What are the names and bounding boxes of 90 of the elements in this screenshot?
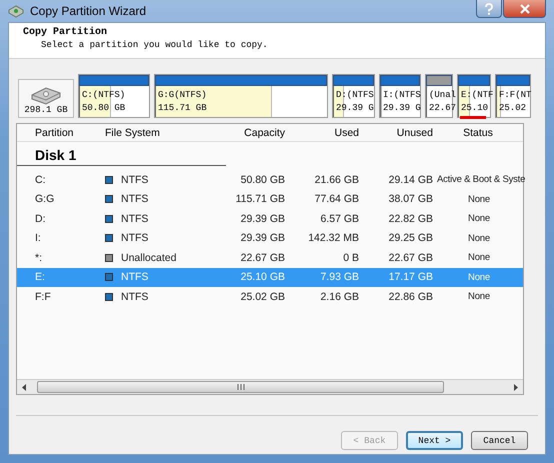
table-cell-text: None [467, 272, 491, 283]
table-cell-text: 77.64 GB [314, 193, 359, 206]
table-cell-text: C: [34, 174, 46, 186]
table-cell: NTFS [121, 271, 148, 284]
table-cell-text: 22.67 GB [388, 252, 433, 264]
table-cell-text: None [467, 291, 491, 302]
scroll-right-icon[interactable] [513, 384, 519, 390]
table-cell: NTFS [121, 232, 148, 244]
partition-block[interactable]: E:(NTF 25.10 [457, 74, 491, 118]
table-row[interactable]: G:G NTFS 115.71 GB 77.64 GB 38.07 GB None [17, 190, 523, 209]
table-cell-text: 22.82 GB [388, 212, 433, 225]
table-cell-text: None [467, 194, 491, 205]
column-header[interactable]: Unused [359, 126, 433, 138]
help-button[interactable] [476, 0, 502, 18]
column-header[interactable]: File System [97, 126, 189, 138]
table-cell-text: 29.39 GB [240, 232, 285, 244]
table-row[interactable]: *: Unallocated 22.67 GB 0 B 22.67 GB None [17, 248, 523, 268]
table-cell: NTFS [121, 290, 148, 303]
close-icon [520, 4, 530, 14]
partition-block[interactable]: D:(NTFS 29.39 G [332, 74, 375, 118]
window-title: Copy Partition Wizard [30, 4, 146, 18]
partition-block[interactable]: (Unal 22.67 [425, 74, 453, 118]
table-cell-text: I: [34, 232, 42, 244]
partition-size: 29.39 G [336, 102, 374, 114]
table-cell-text: 25.02 GB [240, 290, 285, 303]
partition-size: 115.71 GB [158, 102, 208, 114]
partition-label: C:(NTFS) [82, 88, 126, 102]
partition-block[interactable]: F:F(NT 25.02 [495, 74, 531, 118]
table-cell-text: 29.39 GB [240, 212, 285, 225]
table-cell: NTFS [121, 193, 148, 206]
table-cell-text: 2.16 GB [319, 290, 359, 303]
table-cell-text: None [467, 252, 491, 264]
table-cell-text: Active & Boot & Syste [436, 174, 523, 186]
scroll-thumb[interactable] [37, 381, 444, 393]
partition-block[interactable]: I:(NTFS 29.39 G [379, 74, 421, 118]
disk-size: 298.1 GB [24, 105, 68, 115]
table-cell-text: F:F [34, 290, 52, 303]
table-row[interactable]: I: NTFS 29.39 GB 142.32 MB 29.25 GB None [17, 228, 523, 248]
table-row[interactable]: D: NTFS 29.39 GB 6.57 GB 22.82 GB None [17, 209, 523, 228]
scroll-left-icon[interactable] [21, 384, 27, 390]
table-cell-text: 22.67 GB [240, 252, 285, 264]
table-cell-text: 0 B [342, 252, 359, 264]
help-icon [484, 2, 494, 14]
table-cell-text: 29.14 GB [388, 174, 433, 186]
column-header[interactable]: Status [433, 126, 523, 138]
hard-drive-icon [30, 85, 62, 105]
page-subtitle: Select a partition you would like to copy. [40, 40, 269, 50]
partition-label: F:F(NT [499, 88, 530, 102]
partition-size: 50.80 GB [82, 102, 126, 114]
table-cell-text: E: [34, 271, 46, 284]
partition-size: 29.39 G [383, 102, 420, 114]
column-header[interactable]: Partition [17, 126, 97, 138]
column-header[interactable]: Used [285, 126, 359, 138]
table-row[interactable]: F:F NTFS 25.02 GB 2.16 GB 22.86 GB None [17, 287, 523, 306]
partition-label: G:G(NTFS) [158, 88, 208, 102]
table-cell-text: 17.17 GB [388, 271, 433, 284]
horizontal-scrollbar[interactable] [17, 379, 523, 394]
table-cell-text: 22.86 GB [388, 290, 433, 303]
wizard-button[interactable]: Next > [406, 431, 463, 450]
table-cell-text: 50.80 GB [240, 174, 285, 186]
disk-block[interactable]: 298.1 GB [18, 79, 74, 118]
table-cell-text: 115.71 GB [234, 193, 285, 206]
table-cell-text: 25.10 GB [240, 271, 285, 284]
table-cell-text: 6.57 GB [319, 212, 359, 225]
partition-block[interactable]: G:G(NTFS) 115.71 GB [154, 74, 328, 118]
table-cell-text: 29.25 GB [388, 232, 433, 244]
table-cell-text: 7.93 GB [319, 271, 359, 284]
table-cell-text: 142.32 MB [307, 232, 359, 244]
table-row[interactable]: C: NTFS 50.80 GB 21.66 GB 29.14 GB Active & Boot & Syste [17, 170, 523, 190]
table-cell-text: None [467, 213, 491, 224]
table-cell: Unallocated [121, 252, 176, 264]
partition-label: D:(NTFS [336, 88, 374, 102]
table-cell-text: None [467, 232, 491, 244]
table-cell-text: 38.07 GB [388, 193, 433, 206]
table-cell-text: 21.66 GB [314, 174, 359, 186]
close-button[interactable] [503, 0, 546, 18]
disk-heading: Disk 1 [17, 147, 226, 166]
table-cell-text: G:G [34, 193, 56, 206]
table-cell-text: *: [34, 252, 44, 264]
partition-size: 25.02 [499, 102, 528, 114]
table-cell: NTFS [121, 212, 148, 225]
partition-label: I:(NTFS [383, 88, 420, 102]
page-title: Copy Partition [23, 27, 108, 38]
partition-block[interactable]: C:(NTFS) 50.80 GB [78, 74, 150, 118]
grip-icon [236, 384, 244, 390]
table-cell-text: D: [34, 212, 46, 225]
column-header[interactable]: Capacity [189, 126, 285, 138]
table-cell: NTFS [121, 174, 148, 186]
partition-size: 25.10 [461, 102, 490, 114]
wizard-button[interactable]: Cancel [471, 431, 528, 450]
